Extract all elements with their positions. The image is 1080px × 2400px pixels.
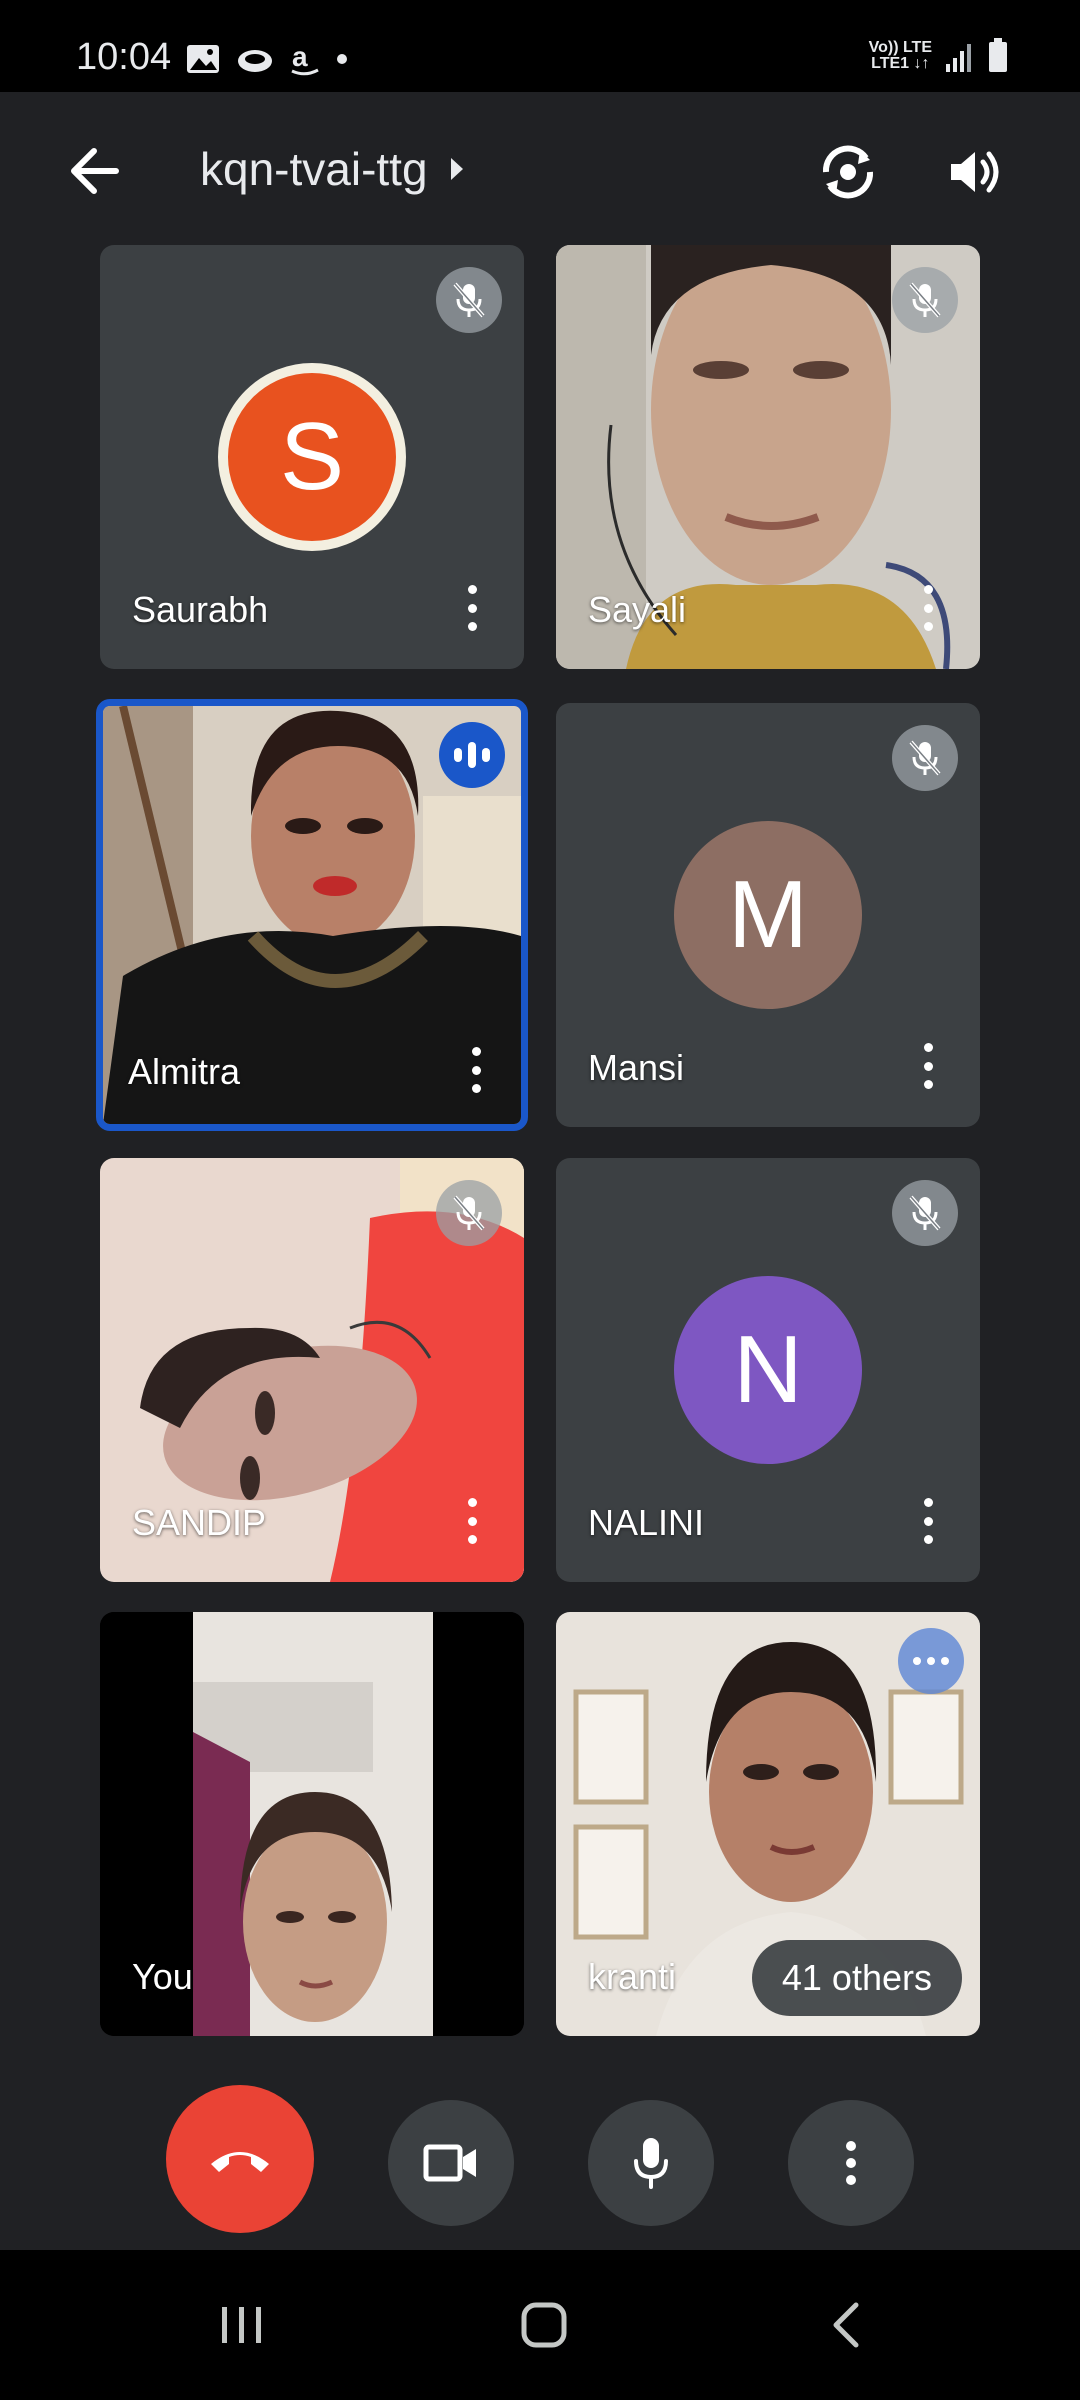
participant-tile-kranti[interactable]: kranti 41 others [556,1612,980,2036]
muted-badge [436,267,502,333]
notification-icons: a [186,42,348,76]
cloud-icon [238,50,272,72]
muted-badge [892,267,958,333]
muted-badge [892,1180,958,1246]
participant-name: Saurabh [132,589,269,630]
mic-off-icon [453,282,485,318]
meeting-header: kqn-tvai-ttg [0,92,1080,242]
end-call-icon [211,2152,269,2172]
avatar: M [674,821,862,1009]
dot-icon [337,54,347,64]
call-controls [0,2085,1080,2235]
participant-tile-self[interactable]: You [100,1612,524,2036]
others-count-button[interactable]: 41 others [751,1940,962,2016]
participant-name: kranti [588,1956,677,1997]
mic-off-icon [909,740,941,776]
system-back-button[interactable] [806,2290,886,2360]
caret-right-icon [450,158,463,180]
camera-icon [423,2144,476,2182]
more-participants-indicator [898,1628,964,1694]
mic-off-icon [453,1195,485,1231]
status-bar: 10:04 a Vo)) LTE LTE1 ↓↑ [0,0,1080,92]
amazon-icon: a [291,42,319,76]
participant-name: Mansi [588,1047,685,1088]
avatar: N [674,1276,862,1464]
system-status-icons: Vo)) LTE LTE1 ↓↑ [869,38,1008,72]
participant-name: SANDIP [132,1502,267,1543]
audio-output-button[interactable] [935,132,1015,212]
participant-name: Sayali [588,589,687,630]
tile-more-options-button[interactable] [464,1498,480,1544]
speaking-indicator [439,722,505,788]
tile-more-options-button[interactable] [920,1498,936,1544]
participant-tile-nalini[interactable]: N NALINI [556,1158,980,1582]
camera-toggle-button[interactable] [388,2100,514,2226]
more-icon [846,2141,856,2185]
muted-badge [892,725,958,791]
switch-camera-button[interactable] [808,132,888,212]
signal-icon [946,44,971,72]
tile-more-options-button[interactable] [920,1043,936,1089]
meeting-code: kqn-tvai-ttg [200,143,428,195]
network-type: Vo)) LTE LTE1 ↓↑ [868,39,932,72]
gallery-icon [187,45,219,73]
microphone-icon [634,2138,668,2189]
tile-more-options-button[interactable] [920,585,936,631]
system-back-icon [833,2302,859,2348]
battery-icon [989,38,1007,72]
tile-more-options-button[interactable] [464,585,480,631]
system-navigation-bar [0,2250,1080,2400]
tile-more-options-button[interactable] [468,1047,484,1093]
speaker-icon [951,151,999,193]
svg-text:a: a [292,42,308,72]
participant-name: You [132,1956,193,1997]
back-button[interactable] [60,136,130,206]
recent-apps-icon [222,2307,261,2343]
avatar: S [218,363,406,551]
participant-name: NALINI [588,1502,705,1543]
meeting-info-button[interactable]: kqn-tvai-ttg [200,142,464,196]
recent-apps-button[interactable] [202,2290,282,2360]
participant-tile-saurabh[interactable]: S Saurabh [100,245,524,669]
end-call-button[interactable] [166,2085,314,2233]
participant-tile-mansi[interactable]: M Mansi [556,703,980,1127]
back-arrow-icon [71,148,119,194]
home-icon [521,2302,567,2348]
microphone-toggle-button[interactable] [588,2100,714,2226]
participant-tile-sandip[interactable]: SANDIP [100,1158,524,1582]
more-options-button[interactable] [788,2100,914,2226]
switch-camera-icon [822,145,874,199]
participant-tile-sayali[interactable]: Sayali [556,245,980,669]
mic-off-icon [909,1195,941,1231]
participant-name: Almitra [128,1051,241,1092]
home-button[interactable] [504,2290,584,2360]
muted-badge [436,1180,502,1246]
status-time: 10:04 [76,36,172,78]
participant-tile-almitra[interactable]: Almitra [96,699,528,1131]
mic-off-icon [909,282,941,318]
